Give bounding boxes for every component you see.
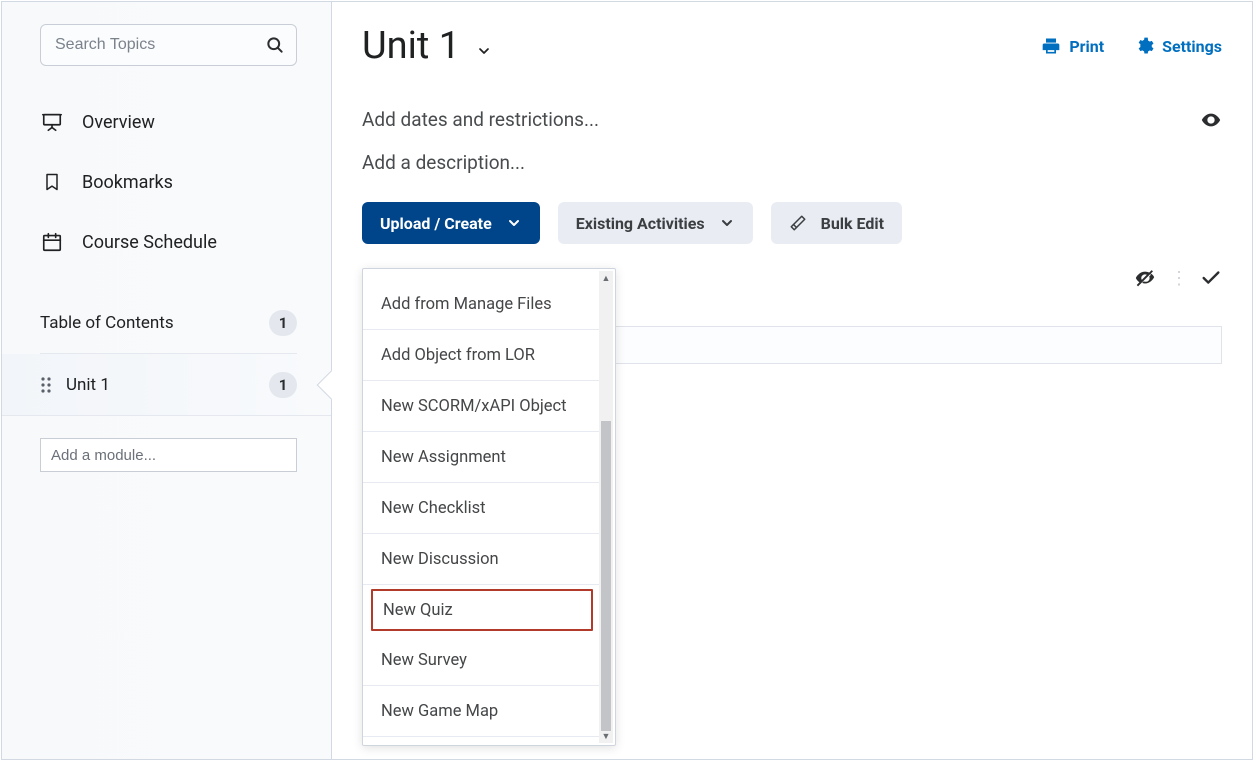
toc-count-badge: 1 <box>269 310 297 336</box>
add-module-input[interactable] <box>40 438 297 472</box>
chevron-down-icon[interactable] <box>476 43 492 59</box>
existing-activities-button[interactable]: Existing Activities <box>558 202 753 244</box>
upload-create-dropdown: Add from Manage FilesAdd Object from LOR… <box>362 268 616 746</box>
chevron-down-icon <box>719 215 735 231</box>
page-title[interactable]: Unit 1 <box>362 24 460 68</box>
dropdown-item[interactable]: New SCORM/xAPI Object <box>363 381 599 432</box>
sidebar-item-label: Bookmarks <box>82 172 173 193</box>
existing-activities-label: Existing Activities <box>576 214 705 233</box>
bulk-edit-button[interactable]: Bulk Edit <box>771 202 902 244</box>
sidebar-item-label: Course Schedule <box>82 232 217 253</box>
calendar-icon <box>40 231 64 253</box>
sidebar-item-schedule[interactable]: Course Schedule <box>40 212 297 272</box>
content-toolbar: Upload / Create Existing Activities Bulk… <box>362 202 1222 244</box>
dropdown-list: Add from Manage FilesAdd Object from LOR… <box>363 279 599 737</box>
dropdown-item[interactable]: New Assignment <box>363 432 599 483</box>
sidebar-item-bookmarks[interactable]: Bookmarks <box>40 152 297 212</box>
search-icon[interactable] <box>265 35 285 55</box>
dropdown-item[interactable]: New Checklist <box>363 483 599 534</box>
search-wrap <box>40 24 297 66</box>
dropdown-item[interactable]: Add Object from LOR <box>363 330 599 381</box>
search-input[interactable] <box>40 24 297 66</box>
scroll-down-icon[interactable]: ▼ <box>599 729 613 743</box>
main-content: Unit 1 Print Settings <box>332 2 1252 759</box>
dropdown-scrollbar[interactable]: ▲ ▼ <box>599 271 613 743</box>
print-label: Print <box>1069 37 1104 56</box>
module-count-badge: 1 <box>269 372 297 398</box>
more-options-icon[interactable]: ⋮ <box>1170 268 1186 289</box>
sidebar-nav: Overview Bookmarks Course Schedule <box>40 92 297 272</box>
checkmark-icon[interactable] <box>1200 267 1222 289</box>
title-wrap: Unit 1 <box>362 24 492 68</box>
app-frame: Overview Bookmarks Course Schedule Table… <box>1 1 1253 760</box>
scroll-up-icon[interactable]: ▲ <box>599 271 613 285</box>
drag-handle-icon[interactable] <box>40 376 52 394</box>
meta-description-row: Add a description... <box>362 151 1222 174</box>
visibility-icon[interactable] <box>1200 109 1222 131</box>
chevron-down-icon <box>506 215 522 231</box>
settings-button[interactable]: Settings <box>1134 36 1222 56</box>
upload-create-label: Upload / Create <box>380 214 492 233</box>
sidebar-item-label: Overview <box>82 112 155 133</box>
settings-label: Settings <box>1162 37 1222 56</box>
sidebar-module-unit-1[interactable]: Unit 1 1 <box>2 354 331 416</box>
dropdown-item[interactable]: New Game Map <box>363 686 599 737</box>
presentation-icon <box>40 111 64 133</box>
bookmark-icon <box>40 171 64 193</box>
sidebar-toc[interactable]: Table of Contents 1 <box>40 292 297 354</box>
edit-icon <box>789 214 807 232</box>
module-label: Unit 1 <box>66 375 110 395</box>
dropdown-item[interactable]: New Discussion <box>363 534 599 585</box>
sidebar: Overview Bookmarks Course Schedule Table… <box>2 2 332 759</box>
add-description-link[interactable]: Add a description... <box>362 151 525 174</box>
bulk-edit-label: Bulk Edit <box>821 214 884 233</box>
upload-create-button[interactable]: Upload / Create <box>362 202 540 244</box>
print-button[interactable]: Print <box>1041 36 1104 56</box>
toc-label: Table of Contents <box>40 313 174 333</box>
dropdown-item[interactable]: New Survey <box>363 635 599 686</box>
hidden-icon[interactable] <box>1134 267 1156 289</box>
gear-icon <box>1134 36 1154 56</box>
scroll-thumb[interactable] <box>601 421 611 731</box>
header-actions: Print Settings <box>1041 36 1222 56</box>
sidebar-item-overview[interactable]: Overview <box>40 92 297 152</box>
meta-dates-row: Add dates and restrictions... <box>362 108 1222 131</box>
meta-rows: Add dates and restrictions... Add a desc… <box>362 108 1222 174</box>
add-dates-link[interactable]: Add dates and restrictions... <box>362 108 599 131</box>
dropdown-item[interactable]: New Quiz <box>371 589 593 631</box>
main-header: Unit 1 Print Settings <box>362 24 1222 68</box>
add-module-wrap <box>40 438 297 472</box>
dropdown-item[interactable]: Add from Manage Files <box>363 279 599 330</box>
print-icon <box>1041 36 1061 56</box>
